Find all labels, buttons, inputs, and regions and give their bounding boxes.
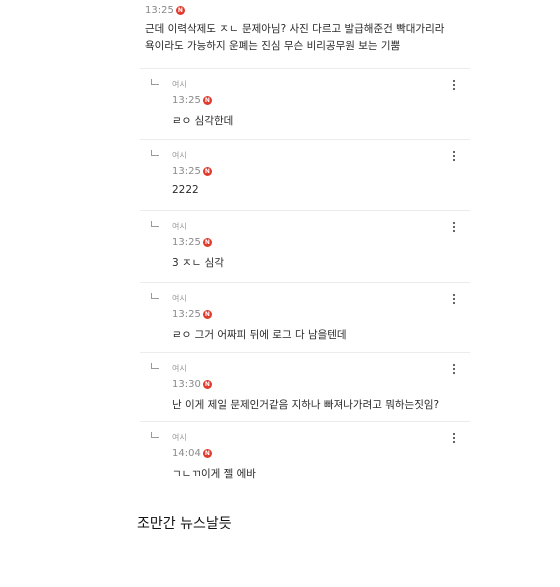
new-badge-icon: N: [175, 5, 185, 15]
reply-meta: 13:25 N: [172, 163, 212, 179]
more-options-icon[interactable]: [446, 291, 462, 307]
comment-text: 근데 이력삭제도 ㅈㄴ 문제아님? 사진 다르고 발급해준건 빡대가리라 욕이라…: [145, 23, 445, 52]
more-options-icon[interactable]: [446, 430, 462, 446]
reply-time: 13:30: [172, 378, 201, 390]
new-badge-icon: N: [202, 309, 212, 319]
new-badge-icon: N: [202, 379, 212, 389]
comment-time: 13:25: [145, 4, 174, 16]
reply-meta: 13:25 N: [172, 306, 212, 322]
reply-arrow-icon: [151, 150, 159, 156]
reply-arrow-icon: [151, 432, 159, 438]
reply-time: 13:25: [172, 236, 201, 248]
reply-meta: 13:25 N: [172, 92, 212, 108]
reply-text: 3 ㅈㄴ 심각: [172, 257, 224, 269]
reply-arrow-icon: [151, 363, 159, 369]
reply-text: 난 이게 제일 문제인거같음 지하나 빠져나가려고 뭐하는짓임?: [172, 399, 440, 411]
new-badge-icon: N: [202, 448, 212, 458]
reply-time: 13:25: [172, 94, 201, 106]
reply-time: 13:25: [172, 308, 201, 320]
reply-arrow-icon: [151, 79, 159, 85]
reply-text: ㄹㅇ 심각한데: [172, 115, 234, 127]
reply-time: 14:04: [172, 447, 201, 459]
more-options-icon[interactable]: [446, 77, 462, 93]
reply-author[interactable]: 여시: [172, 221, 187, 232]
reply-item: 여시 14:04 N ㄱㄴㄲ이게 젤 에바: [140, 421, 470, 486]
reply-item: 여시 13:25 N 2222: [140, 139, 470, 204]
reply-author[interactable]: 여시: [172, 432, 187, 443]
reply-arrow-icon: [151, 293, 159, 299]
reply-text: 2222: [172, 184, 199, 196]
reply-meta: 13:30 N: [172, 376, 212, 392]
footer-comment: 조만간 뉴스날듯: [137, 516, 232, 532]
new-badge-icon: N: [202, 95, 212, 105]
reply-author[interactable]: 여시: [172, 79, 187, 90]
reply-meta: 14:04 N: [172, 445, 212, 461]
comment-meta: 13:25 N: [145, 2, 475, 18]
reply-author[interactable]: 여시: [172, 293, 187, 304]
new-badge-icon: N: [202, 166, 212, 176]
more-options-icon[interactable]: [446, 148, 462, 164]
more-options-icon[interactable]: [446, 219, 462, 235]
reply-text: ㄹㅇ 그거 어짜피 뒤에 로그 다 남을텐데: [172, 329, 347, 341]
reply-author[interactable]: 여시: [172, 150, 187, 161]
reply-item: 여시 13:25 N ㄹㅇ 심각한데: [140, 68, 470, 133]
more-options-icon[interactable]: [446, 361, 462, 377]
reply-item: 여시 13:25 N ㄹㅇ 그거 어짜피 뒤에 로그 다 남을텐데: [140, 282, 470, 347]
reply-author[interactable]: 여시: [172, 363, 187, 374]
reply-text: ㄱㄴㄲ이게 젤 에바: [172, 468, 256, 480]
reply-arrow-icon: [151, 221, 159, 227]
reply-meta: 13:25 N: [172, 234, 212, 250]
reply-time: 13:25: [172, 165, 201, 177]
comment-thread-page: 13:25 N 근데 이력삭제도 ㅈㄴ 문제아님? 사진 다르고 발급해준건 빡…: [0, 0, 560, 587]
top-comment: 13:25 N 근데 이력삭제도 ㅈㄴ 문제아님? 사진 다르고 발급해준건 빡…: [145, 2, 475, 55]
reply-item: 여시 13:25 N 3 ㅈㄴ 심각: [140, 210, 470, 275]
new-badge-icon: N: [202, 237, 212, 247]
reply-item: 여시 13:30 N 난 이게 제일 문제인거같음 지하나 빠져나가려고 뭐하는…: [140, 352, 470, 417]
